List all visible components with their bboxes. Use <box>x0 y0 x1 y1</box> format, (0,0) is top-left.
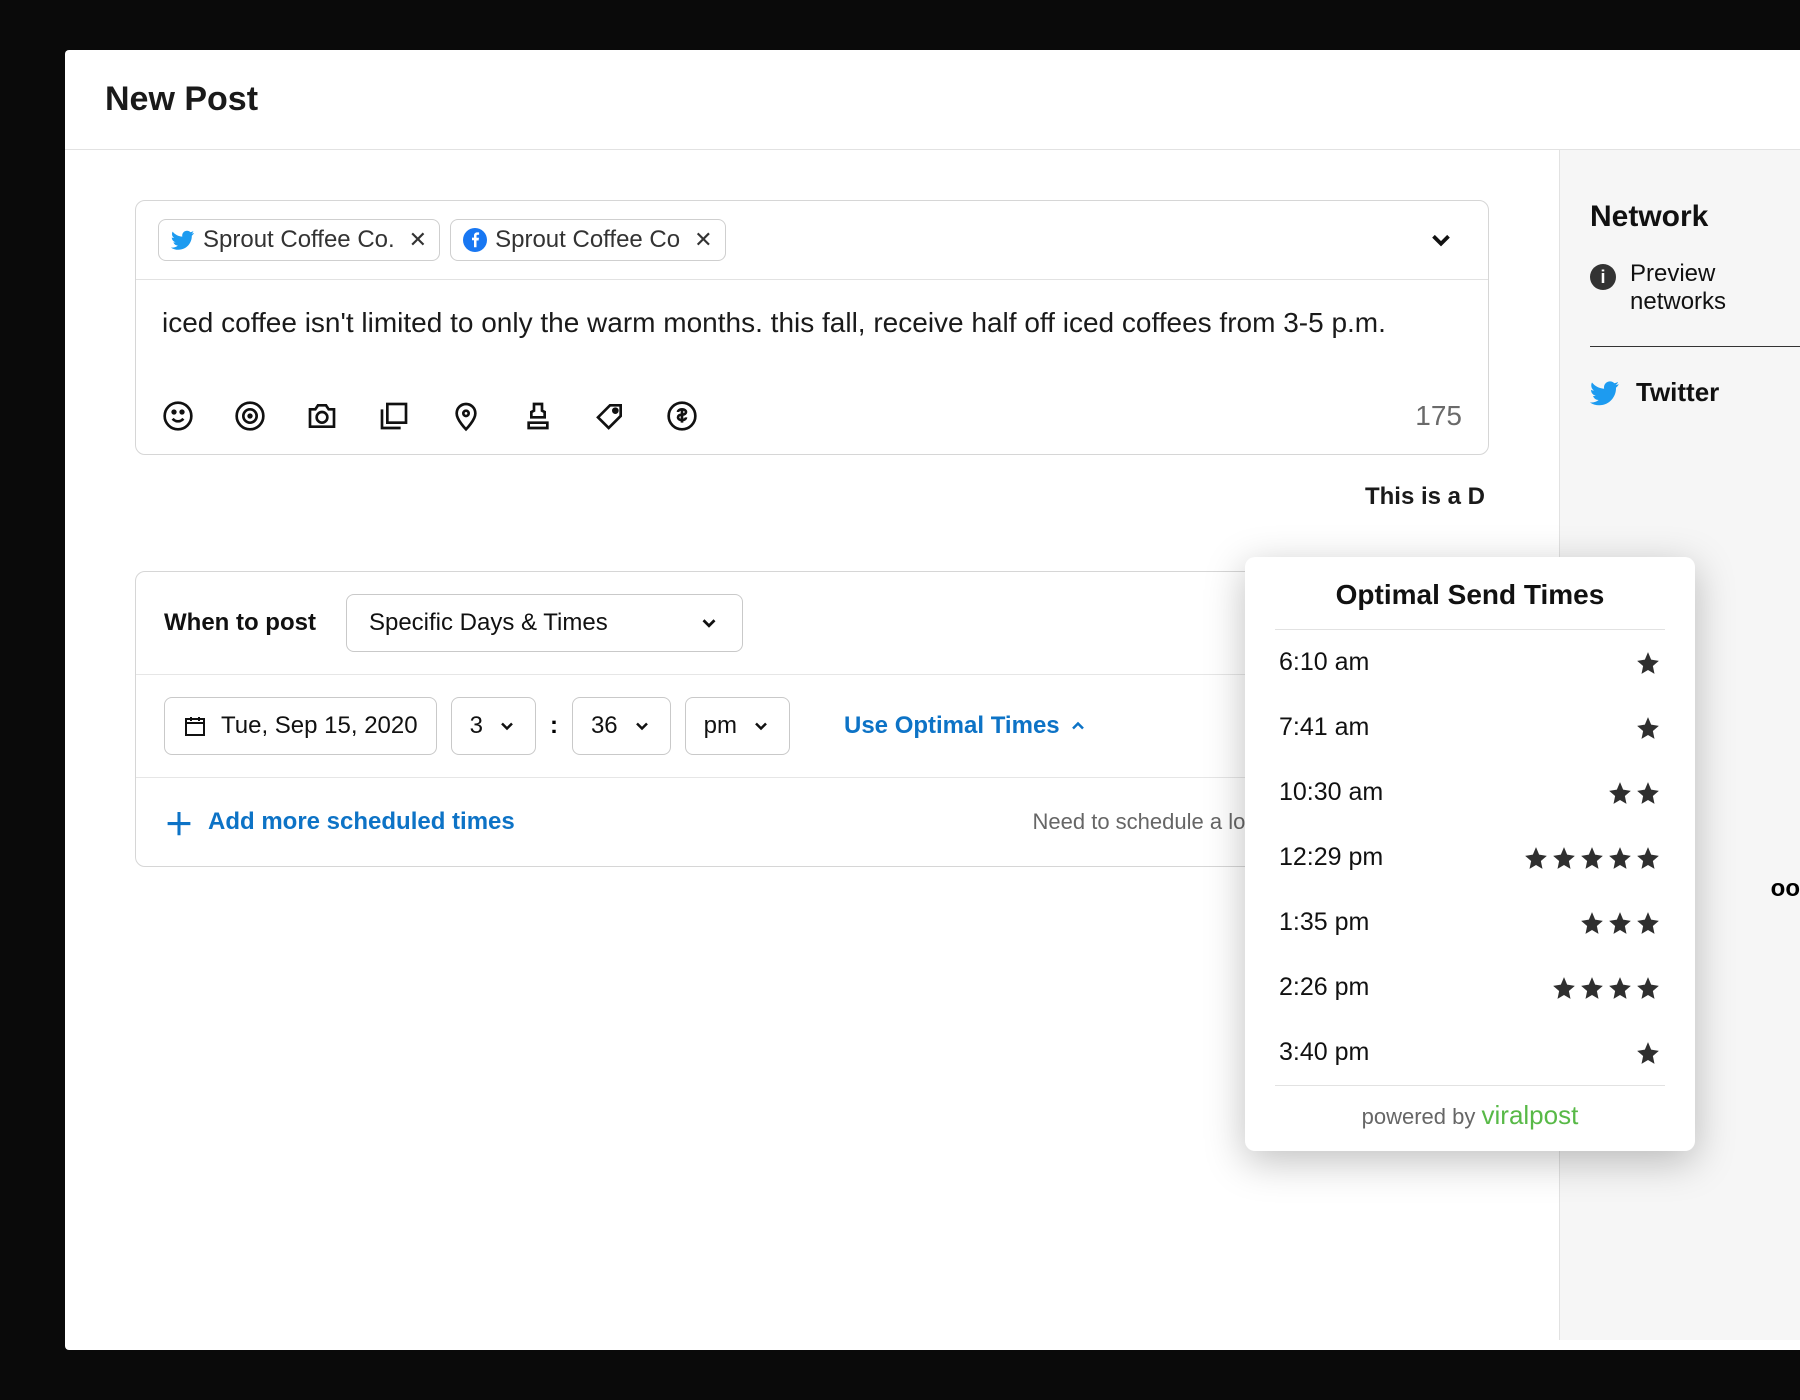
optimal-time-row[interactable]: 12:29 pm <box>1245 825 1695 890</box>
star-rating <box>1635 715 1661 741</box>
divider <box>1590 346 1800 347</box>
monetize-icon[interactable] <box>666 400 698 432</box>
header: New Post <box>65 50 1800 150</box>
date-picker[interactable]: Tue, Sep 15, 2020 <box>164 697 437 755</box>
profile-chip-facebook[interactable]: Sprout Coffee Co ✕ <box>450 219 725 261</box>
star-rating <box>1607 780 1661 806</box>
date-value: Tue, Sep 15, 2020 <box>221 712 418 740</box>
add-more-times-button[interactable]: ＋ Add more scheduled times <box>164 800 515 844</box>
optimal-time-label: 1:35 pm <box>1279 908 1369 937</box>
camera-icon[interactable] <box>306 400 338 432</box>
chevron-down-icon <box>698 612 720 634</box>
emoji-icon[interactable] <box>162 400 194 432</box>
ampm-value: pm <box>704 712 737 740</box>
preview-text: Preview networks <box>1630 260 1726 316</box>
profile-chip-label: Sprout Coffee Co. <box>203 226 395 254</box>
location-pin-icon[interactable] <box>450 400 482 432</box>
star-rating <box>1635 650 1661 676</box>
optimal-times-list: 6:10 am 7:41 am 10:30 am 12:29 pm 1:35 pm 2:2… <box>1245 630 1695 1085</box>
use-optimal-times-toggle[interactable]: Use Optimal Times <box>844 712 1088 740</box>
preview-info-row: i Preview networks <box>1590 260 1800 316</box>
use-optimal-label: Use Optimal Times <box>844 712 1060 740</box>
compose-textarea[interactable]: iced coffee isn't limited to only the wa… <box>136 280 1488 390</box>
optimal-time-label: 7:41 am <box>1279 713 1369 742</box>
optimal-time-row[interactable]: 7:41 am <box>1245 695 1695 760</box>
optimal-time-row[interactable]: 3:40 pm <box>1245 1020 1695 1085</box>
draft-status-text: This is a D <box>135 483 1489 511</box>
ampm-select[interactable]: pm <box>685 697 790 755</box>
network-twitter-label: Twitter <box>1636 377 1719 408</box>
tag-icon[interactable] <box>594 400 626 432</box>
minute-value: 36 <box>591 712 618 740</box>
clipped-text: oo <box>1771 875 1800 903</box>
char-counter: 175 <box>1415 400 1462 432</box>
chevron-down-icon <box>632 716 652 736</box>
chevron-down-icon <box>751 716 771 736</box>
network-heading: Network <box>1590 200 1800 234</box>
time-separator: : <box>550 712 558 740</box>
add-more-label: Add more scheduled times <box>208 808 515 836</box>
optimal-time-label: 3:40 pm <box>1279 1038 1369 1067</box>
profile-chip-label: Sprout Coffee Co <box>495 226 680 254</box>
star-rating <box>1551 975 1661 1001</box>
info-icon: i <box>1590 264 1616 290</box>
schedule-mode-select[interactable]: Specific Days & Times <box>346 594 743 652</box>
compose-toolbar: 175 <box>136 390 1488 454</box>
preview-line1: Preview <box>1630 260 1715 287</box>
optimal-time-row[interactable]: 2:26 pm <box>1245 955 1695 1020</box>
remove-chip-icon[interactable]: ✕ <box>409 227 427 253</box>
optimal-time-row[interactable]: 10:30 am <box>1245 760 1695 825</box>
optimal-time-label: 6:10 am <box>1279 648 1369 677</box>
optimal-time-label: 2:26 pm <box>1279 973 1369 1002</box>
when-to-post-label: When to post <box>164 609 316 637</box>
target-icon[interactable] <box>234 400 266 432</box>
chevron-up-icon <box>1068 716 1088 736</box>
preview-line2: networks <box>1630 288 1726 315</box>
profile-selector-row[interactable]: Sprout Coffee Co. ✕ Sprout Coffee Co ✕ <box>136 201 1488 280</box>
profile-expand-icon[interactable] <box>1426 225 1456 255</box>
page-title: New Post <box>105 80 1760 119</box>
star-rating <box>1523 845 1661 871</box>
powered-by-label: powered by <box>1362 1104 1476 1129</box>
minute-select[interactable]: 36 <box>572 697 671 755</box>
optimal-time-label: 12:29 pm <box>1279 843 1383 872</box>
schedule-mode-value: Specific Days & Times <box>369 609 608 637</box>
twitter-icon <box>1590 378 1620 408</box>
optimal-times-popover: Optimal Send Times 6:10 am 7:41 am 10:30 a… <box>1245 557 1695 1151</box>
hour-select[interactable]: 3 <box>451 697 536 755</box>
profile-chip-twitter[interactable]: Sprout Coffee Co. ✕ <box>158 219 440 261</box>
network-twitter-item[interactable]: Twitter <box>1590 377 1800 408</box>
optimal-time-row[interactable]: 1:35 pm <box>1245 890 1695 955</box>
gallery-icon[interactable] <box>378 400 410 432</box>
optimal-time-label: 10:30 am <box>1279 778 1383 807</box>
facebook-icon <box>463 228 487 252</box>
star-rating <box>1635 1040 1661 1066</box>
plus-icon: ＋ <box>164 800 194 844</box>
viralpost-brand: viralpost <box>1482 1100 1579 1130</box>
star-rating <box>1579 910 1661 936</box>
hour-value: 3 <box>470 712 483 740</box>
optimal-time-row[interactable]: 6:10 am <box>1245 630 1695 695</box>
powered-by-row: powered by viralpost <box>1245 1086 1695 1131</box>
compose-box: Sprout Coffee Co. ✕ Sprout Coffee Co ✕ i… <box>135 200 1489 455</box>
stamp-icon[interactable] <box>522 400 554 432</box>
chevron-down-icon <box>497 716 517 736</box>
remove-chip-icon[interactable]: ✕ <box>694 227 712 253</box>
twitter-icon <box>171 228 195 252</box>
calendar-icon <box>183 714 207 738</box>
popover-title: Optimal Send Times <box>1245 579 1695 629</box>
